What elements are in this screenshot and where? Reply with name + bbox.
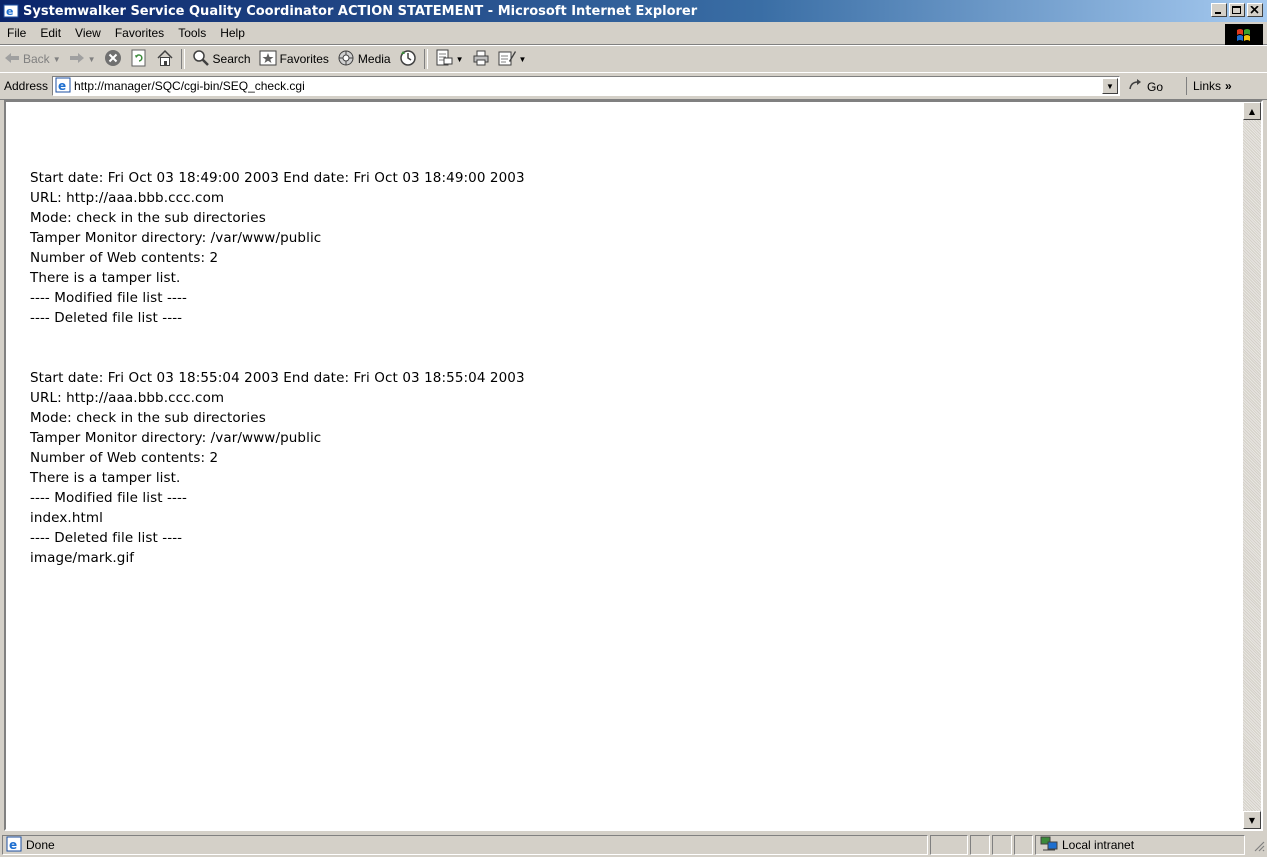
menu-view[interactable]: View — [68, 26, 108, 40]
status-pane — [1014, 835, 1033, 855]
local-intranet-icon — [1040, 836, 1058, 855]
back-dropdown-icon[interactable]: ▼ — [53, 55, 61, 64]
menu-tools[interactable]: Tools — [171, 26, 213, 40]
refresh-button[interactable] — [126, 48, 152, 70]
search-button[interactable]: Search — [188, 48, 255, 70]
address-dropdown-icon[interactable]: ▼ — [1102, 78, 1118, 94]
print-button[interactable] — [468, 48, 494, 70]
report-line: Number of Web contents: 2 — [30, 250, 219, 266]
go-button[interactable]: Go — [1128, 77, 1163, 96]
minimize-button[interactable] — [1211, 3, 1227, 17]
history-button[interactable] — [395, 48, 421, 70]
address-url: http://manager/SQC/cgi-bin/SEQ_check.cgi — [74, 79, 305, 93]
report-line: index.html — [30, 510, 103, 526]
report-block-2: Start date: Fri Oct 03 18:55:04 2003 End… — [30, 368, 1243, 568]
report-block-1: Start date: Fri Oct 03 18:49:00 2003 End… — [30, 168, 1243, 328]
forward-button[interactable]: ▼ — [65, 48, 100, 70]
resize-grip-icon[interactable] — [1253, 840, 1265, 855]
home-icon — [156, 49, 174, 70]
svg-text:e: e — [9, 838, 17, 852]
report-line: ---- Modified file list ---- — [30, 290, 187, 306]
address-label: Address — [4, 79, 49, 93]
menu-help[interactable]: Help — [213, 26, 252, 40]
window-title: Systemwalker Service Quality Coordinator… — [23, 3, 698, 19]
mail-icon — [435, 49, 453, 70]
toolbar-separator — [423, 49, 428, 69]
title-bar[interactable]: e Systemwalker Service Quality Coordinat… — [0, 0, 1267, 22]
report-line: Tamper Monitor directory: /var/www/publi… — [30, 430, 322, 446]
menu-favorites[interactable]: Favorites — [108, 26, 171, 40]
go-arrow-icon — [1128, 77, 1144, 96]
standard-toolbar: Back ▼ ▼ Search Favorites Media ▼ ▼ — [0, 45, 1267, 73]
chevron-right-icon: » — [1225, 79, 1232, 93]
report-line: Number of Web contents: 2 — [30, 450, 219, 466]
forward-arrow-icon — [69, 51, 85, 68]
address-input[interactable]: e http://manager/SQC/cgi-bin/SEQ_check.c… — [52, 76, 1120, 96]
zone-text: Local intranet — [1062, 838, 1135, 852]
menu-bar: File Edit View Favorites Tools Help — [0, 22, 1267, 45]
edit-icon — [498, 49, 516, 70]
search-icon — [192, 49, 210, 70]
mail-button[interactable]: ▼ — [431, 48, 468, 70]
report-line: Start date: Fri Oct 03 18:55:04 2003 End… — [30, 370, 525, 386]
report-line: There is a tamper list. — [30, 270, 181, 286]
arrow-up-icon: ▲ — [1248, 106, 1256, 116]
favorites-button[interactable]: Favorites — [255, 48, 333, 70]
back-arrow-icon — [4, 51, 20, 68]
maximize-button[interactable] — [1229, 3, 1245, 17]
status-bar: e Done Local intranet — [0, 833, 1267, 857]
report-line: ---- Deleted file list ---- — [30, 530, 183, 546]
status-pane — [992, 835, 1012, 855]
mail-dropdown-icon[interactable]: ▼ — [456, 55, 464, 64]
edit-button[interactable]: ▼ — [494, 48, 531, 70]
report-line: Tamper Monitor directory: /var/www/publi… — [30, 230, 322, 246]
edit-dropdown-icon[interactable]: ▼ — [519, 55, 527, 64]
ie-page-icon: e — [55, 77, 71, 96]
report-gap — [30, 328, 1243, 368]
report-line: image/mark.gif — [30, 550, 135, 566]
report-line: There is a tamper list. — [30, 470, 181, 486]
links-button[interactable]: Links » — [1186, 77, 1232, 95]
windows-logo-icon — [1225, 24, 1263, 46]
vertical-scrollbar[interactable]: ▲ ▼ — [1243, 102, 1261, 829]
media-button[interactable]: Media — [333, 48, 395, 70]
report-line: Mode: check in the sub directories — [30, 410, 266, 426]
report-line: Start date: Fri Oct 03 18:49:00 2003 End… — [30, 170, 525, 186]
back-button[interactable]: Back ▼ — [0, 48, 65, 70]
scroll-up-button[interactable]: ▲ — [1243, 102, 1261, 120]
menu-file[interactable]: File — [0, 26, 33, 40]
address-bar: Address e http://manager/SQC/cgi-bin/SEQ… — [0, 72, 1267, 100]
stop-icon — [104, 49, 122, 70]
svg-text:e: e — [6, 5, 13, 18]
status-pane — [970, 835, 990, 855]
report-line: URL: http://aaa.bbb.ccc.com — [30, 190, 225, 206]
history-icon — [399, 49, 417, 70]
home-button[interactable] — [152, 48, 178, 70]
content-frame: Start date: Fri Oct 03 18:49:00 2003 End… — [4, 100, 1263, 831]
close-button[interactable] — [1247, 3, 1263, 17]
arrow-down-icon: ▼ — [1248, 815, 1256, 825]
report-line: Mode: check in the sub directories — [30, 210, 266, 226]
printer-icon — [472, 49, 490, 70]
refresh-icon — [130, 49, 148, 70]
scroll-down-button[interactable]: ▼ — [1243, 811, 1261, 829]
browser-window: e Systemwalker Service Quality Coordinat… — [0, 0, 1267, 857]
security-zone-pane[interactable]: Local intranet — [1035, 835, 1245, 855]
favorites-star-icon — [259, 49, 277, 70]
menu-edit[interactable]: Edit — [33, 26, 68, 40]
status-pane — [930, 835, 968, 855]
report-line: URL: http://aaa.bbb.ccc.com — [30, 390, 225, 406]
report-line: ---- Modified file list ---- — [30, 490, 187, 506]
svg-text:e: e — [58, 79, 66, 93]
status-text: Done — [26, 838, 55, 852]
media-icon — [337, 49, 355, 70]
stop-button[interactable] — [100, 48, 126, 70]
toolbar-separator — [180, 49, 185, 69]
status-main-pane: e Done — [2, 835, 928, 855]
report-line: ---- Deleted file list ---- — [30, 310, 183, 326]
forward-dropdown-icon[interactable]: ▼ — [88, 55, 96, 64]
ie-app-icon: e — [3, 3, 19, 19]
ie-page-icon: e — [6, 836, 22, 855]
page-body: Start date: Fri Oct 03 18:49:00 2003 End… — [6, 102, 1243, 829]
